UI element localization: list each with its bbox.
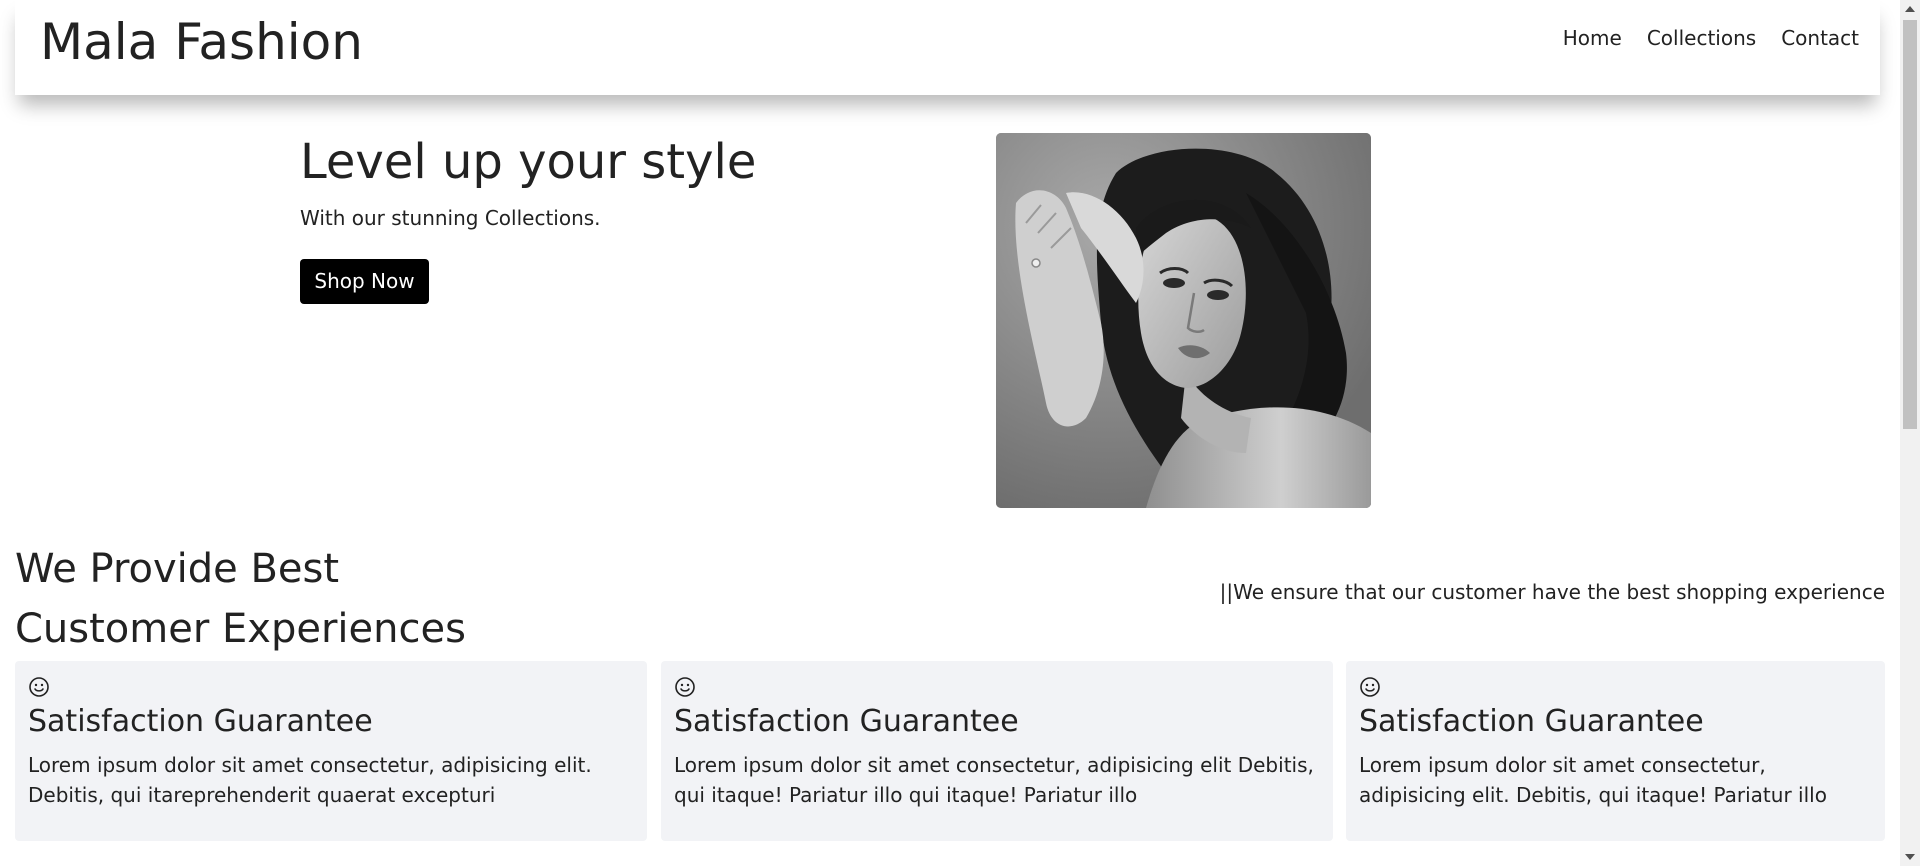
scroll-up-arrow-icon[interactable] [1905, 6, 1915, 12]
nav-link-home[interactable]: Home [1563, 24, 1622, 52]
feature-card: Satisfaction Guarantee Lorem ipsum dolor… [661, 661, 1333, 841]
brand-logo[interactable]: Mala Fashion [40, 8, 363, 76]
scroll-down-arrow-icon[interactable] [1905, 854, 1915, 860]
card-title: Satisfaction Guarantee [28, 704, 373, 739]
card-text: Lorem ipsum dolor sit amet consectetur, … [674, 753, 1314, 807]
nav-link-contact[interactable]: Contact [1781, 24, 1859, 52]
smiley-icon [29, 677, 49, 697]
hero-title: Level up your style [300, 134, 757, 190]
section-title-line-2: Customer Experiences [15, 606, 466, 652]
smiley-icon [675, 677, 695, 697]
smiley-icon [1360, 677, 1380, 697]
nav-links: Home Collections Contact [1563, 24, 1859, 52]
card-text: Lorem ipsum dolor sit amet consectetur, … [28, 753, 592, 807]
feature-card: Satisfaction Guarantee Lorem ipsum dolor… [1346, 661, 1885, 841]
hero-model-image [996, 133, 1371, 508]
feature-card: Satisfaction Guarantee Lorem ipsum dolor… [15, 661, 647, 841]
shop-now-button[interactable]: Shop Now [300, 259, 429, 304]
section-tagline: ||We ensure that our customer have the b… [1219, 580, 1885, 604]
scrollbar-thumb[interactable] [1903, 20, 1917, 429]
page: Mala Fashion Home Collections Contact Le… [0, 0, 1920, 866]
vertical-scrollbar[interactable] [1900, 0, 1920, 866]
nav-link-collections[interactable]: Collections [1647, 24, 1756, 52]
card-title: Satisfaction Guarantee [674, 704, 1019, 739]
card-title: Satisfaction Guarantee [1359, 704, 1704, 739]
hero-subtitle: With our stunning Collections. [300, 206, 601, 230]
section-title-line-1: We Provide Best [15, 546, 340, 592]
card-text: Lorem ipsum dolor sit amet consectetur, … [1359, 753, 1827, 807]
section-title: We Provide Best Customer Experiences [15, 539, 466, 659]
navbar: Mala Fashion Home Collections Contact [15, 0, 1880, 95]
